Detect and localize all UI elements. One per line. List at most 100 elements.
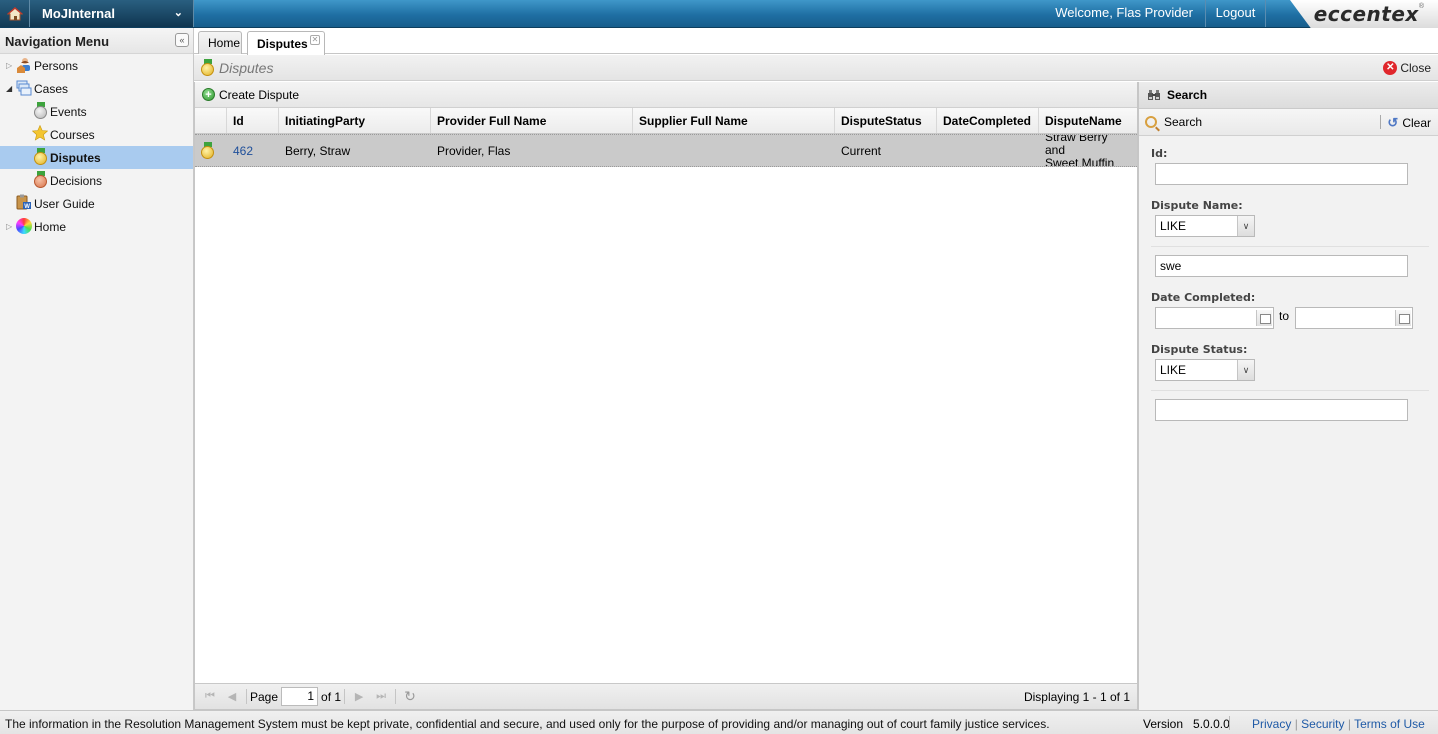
tab-label: Home: [208, 36, 241, 50]
tab-disputes[interactable]: Disputes ✕: [247, 31, 325, 55]
refresh-icon[interactable]: ↻: [399, 688, 421, 706]
sidebar-item-user-guide[interactable]: W User Guide: [0, 192, 193, 215]
dispute-name-input[interactable]: [1155, 255, 1408, 277]
sidebar-item-label: Home: [34, 219, 67, 234]
cell-supplier-full-name: [633, 135, 835, 166]
column-header-icon: [195, 108, 227, 133]
calendar-icon[interactable]: [1256, 310, 1272, 326]
date-to-input[interactable]: [1295, 307, 1413, 329]
table-row[interactable]: 462 Berry, Straw Provider, Flas Current …: [195, 134, 1137, 167]
cell-initiating-party: Berry, Straw: [285, 143, 351, 158]
pagination-bar: ⏮ ◀ Page 1 of 1 ▶ ⏭ ↻ Displaying 1 - 1 o…: [195, 683, 1137, 709]
search-panel: Search Search ↺ Clear Id: Dispute Name: …: [1138, 82, 1438, 710]
column-header-provider-full-name[interactable]: Provider Full Name: [431, 108, 633, 133]
display-count: Displaying 1 - 1 of 1: [1023, 690, 1130, 704]
search-toolbar: Search ↺ Clear: [1139, 109, 1438, 136]
create-dispute-button[interactable]: Create Dispute: [219, 88, 299, 102]
toolbar-separator: [1380, 115, 1381, 129]
page-header: Disputes ✕ Close: [194, 55, 1438, 81]
binoculars-icon: [1148, 90, 1160, 100]
pager-separator: [395, 689, 397, 704]
column-header-id[interactable]: Id: [227, 108, 279, 133]
close-button[interactable]: ✕ Close: [1383, 61, 1431, 75]
house-icon: [6, 6, 23, 20]
cell-id-link[interactable]: 462: [227, 135, 279, 166]
last-page-icon[interactable]: ⏭: [370, 688, 392, 706]
column-header-date-completed[interactable]: DateCompleted: [937, 108, 1039, 133]
column-header-dispute-status[interactable]: DisputeStatus: [835, 108, 937, 133]
logout-button[interactable]: Logout: [1206, 0, 1266, 27]
search-button-label: Search: [1164, 115, 1203, 129]
sidebar-item-persons[interactable]: ▷ Persons: [0, 54, 193, 77]
sidebar-item-label: Events: [50, 104, 87, 119]
collapse-sidebar-button[interactable]: «: [175, 33, 189, 47]
navigation-sidebar: Navigation Menu « ▷ Persons ◢ Cases Even…: [0, 28, 194, 710]
date-to-label: to: [1279, 309, 1290, 323]
page-of-label: of 1: [321, 689, 342, 704]
date-from-input[interactable]: [1155, 307, 1274, 329]
calendar-icon[interactable]: [1395, 310, 1411, 326]
row-icon-cell: [195, 135, 227, 166]
app-selector[interactable]: MoJInternal ⌄: [30, 0, 194, 27]
sidebar-item-decisions[interactable]: Decisions: [0, 169, 193, 192]
footer: The information in the Resolution Manage…: [0, 710, 1438, 734]
privacy-link[interactable]: Privacy: [1252, 717, 1291, 731]
medal-silver-icon: [34, 102, 50, 119]
page-title: Disputes: [219, 60, 274, 76]
clear-button-label: Clear: [1402, 116, 1431, 130]
terms-of-use-link[interactable]: Terms of Use: [1354, 717, 1425, 731]
clear-button[interactable]: ↺ Clear: [1387, 115, 1431, 131]
sidebar-item-cases[interactable]: ◢ Cases: [0, 77, 193, 100]
prev-page-icon[interactable]: ◀: [221, 688, 243, 706]
expand-arrow-icon[interactable]: ▷: [6, 61, 12, 70]
search-icon: [1145, 116, 1157, 128]
logo-text: eccentex: [1313, 2, 1419, 26]
dispute-status-operator-select[interactable]: LIKE ∨: [1155, 359, 1255, 381]
registered-mark: ®: [1418, 2, 1424, 10]
medal-bronze-icon: [34, 171, 50, 188]
id-label: Id:: [1151, 147, 1168, 160]
id-input[interactable]: [1155, 163, 1408, 185]
selected-option: LIKE: [1160, 219, 1187, 233]
close-tab-icon[interactable]: ✕: [310, 35, 320, 45]
divider: [1151, 246, 1429, 247]
dispute-status-input[interactable]: [1155, 399, 1408, 421]
svg-text:W: W: [24, 204, 30, 210]
column-header-supplier-full-name[interactable]: Supplier Full Name: [633, 108, 835, 133]
sidebar-item-courses[interactable]: Courses: [0, 123, 193, 146]
selected-option: LIKE: [1160, 363, 1187, 377]
user-guide-icon: W: [16, 194, 31, 210]
page-number-input[interactable]: 1: [281, 687, 319, 706]
persons-icon: [17, 58, 30, 73]
search-button[interactable]: Search: [1145, 115, 1202, 129]
home-button[interactable]: [0, 0, 30, 27]
first-page-icon[interactable]: ⏮: [199, 688, 221, 706]
close-label: Close: [1400, 61, 1431, 75]
welcome-text: Welcome, Flas Provider: [1055, 0, 1206, 27]
column-header-initiating-party[interactable]: InitiatingParty: [279, 108, 431, 133]
tab-home[interactable]: Home: [198, 31, 242, 54]
collapse-arrow-icon[interactable]: ◢: [6, 84, 12, 93]
version-label: Version: [1143, 717, 1184, 731]
column-header-dispute-name[interactable]: DisputeName: [1039, 108, 1137, 133]
chevron-down-icon: ∨: [1237, 216, 1254, 236]
sidebar-item-events[interactable]: Events: [0, 100, 193, 123]
star-icon: [32, 125, 48, 141]
tab-label: Disputes: [257, 36, 308, 51]
privacy-notice: The information in the Resolution Manage…: [5, 717, 1050, 731]
next-page-icon[interactable]: ▶: [348, 688, 370, 706]
version-value: 5.0.0.0: [1193, 717, 1230, 731]
date-completed-label: Date Completed:: [1151, 291, 1256, 304]
chevron-down-icon: ∨: [1237, 360, 1254, 380]
dispute-name-operator-select[interactable]: LIKE ∨: [1155, 215, 1255, 237]
security-link[interactable]: Security: [1301, 717, 1344, 731]
cell-dispute-name: Straw Berry and Sweet Muffin: [1039, 135, 1137, 166]
dispute-status-label: Dispute Status:: [1151, 343, 1248, 356]
sidebar-item-home[interactable]: ▷ Home: [0, 215, 193, 238]
sidebar-header: Navigation Menu «: [0, 28, 193, 54]
footer-separator: [1229, 716, 1230, 730]
sidebar-item-disputes[interactable]: Disputes: [0, 146, 193, 169]
sidebar-item-label: Disputes: [50, 150, 101, 165]
expand-arrow-icon[interactable]: ▷: [6, 222, 12, 231]
cell-dispute-status: Current: [841, 143, 882, 158]
